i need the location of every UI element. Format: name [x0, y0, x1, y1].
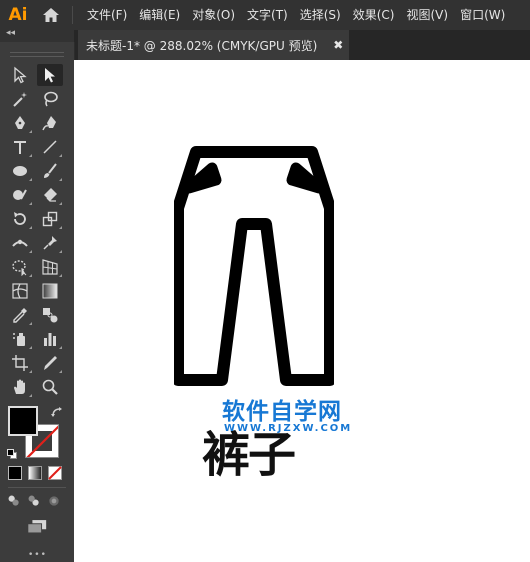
menu-view[interactable]: 视图(V) — [400, 0, 454, 30]
free-transform-tool-icon[interactable] — [7, 256, 33, 278]
swap-fill-stroke-icon[interactable] — [51, 406, 63, 421]
toolbar-header: ◂◂ — [0, 28, 74, 42]
direct-selection-tool-icon[interactable] — [37, 64, 63, 86]
slice-tool-icon[interactable] — [37, 352, 63, 374]
menu-divider — [72, 6, 73, 24]
shaper-tool-icon[interactable] — [7, 184, 33, 206]
menu-effect[interactable]: 效果(C) — [347, 0, 401, 30]
scale-tool-icon[interactable] — [37, 208, 63, 230]
curvature-tool-icon[interactable] — [37, 112, 63, 134]
document-tab[interactable]: 未标题-1* @ 288.02% (CMYK/GPU 预览) ✖ — [78, 30, 350, 60]
eraser-tool-icon[interactable] — [37, 184, 63, 206]
menu-edit[interactable]: 编辑(E) — [133, 0, 186, 30]
tools-panel: ••• — [0, 42, 75, 562]
none-mode-button[interactable] — [48, 466, 62, 480]
column-graph-tool-icon[interactable] — [37, 328, 63, 350]
draw-normal-icon[interactable] — [5, 492, 23, 510]
fill-swatch[interactable] — [8, 406, 38, 436]
color-mode-button[interactable] — [8, 466, 22, 480]
draw-inside-icon[interactable] — [45, 492, 63, 510]
trousers-artwork[interactable] — [174, 146, 334, 390]
menu-bar: Ai 文件(F) 编辑(E) 对象(O) 文字(T) 选择(S) 效果(C) 视… — [0, 0, 530, 30]
pen-tool-icon[interactable] — [7, 112, 33, 134]
app-logo: Ai — [8, 5, 28, 25]
draw-behind-icon[interactable] — [25, 492, 43, 510]
ellipse-tool-icon[interactable] — [7, 160, 33, 182]
document-tab-title: 未标题-1* @ 288.02% (CMYK/GPU 预览) — [86, 38, 318, 53]
puppet-warp-tool-icon[interactable] — [37, 232, 63, 254]
zoom-tool-icon[interactable] — [37, 376, 63, 398]
width-tool-icon[interactable] — [7, 232, 33, 254]
close-tab-icon[interactable]: ✖ — [333, 38, 343, 52]
default-fill-stroke-icon[interactable] — [7, 444, 17, 459]
hand-tool-icon[interactable] — [7, 376, 33, 398]
menu-select[interactable]: 选择(S) — [294, 0, 347, 30]
mesh-tool-icon[interactable] — [7, 280, 33, 302]
collapse-panel-button[interactable]: ◂◂ — [6, 28, 15, 38]
home-icon[interactable] — [36, 0, 66, 30]
lasso-tool-icon[interactable] — [37, 88, 63, 110]
document-tab-bar: 未标题-1* @ 288.02% (CMYK/GPU 预览) ✖ — [74, 30, 530, 60]
line-segment-tool-icon[interactable] — [37, 136, 63, 158]
blend-tool-icon[interactable] — [37, 304, 63, 326]
artboard-canvas[interactable]: 裤子 软件自学网 WWW.RJZXW.COM — [74, 60, 530, 562]
menu-type[interactable]: 文字(T) — [241, 0, 294, 30]
menu-file[interactable]: 文件(F) — [81, 0, 133, 30]
gradient-tool-icon[interactable] — [37, 280, 63, 302]
menu-object[interactable]: 对象(O) — [186, 0, 241, 30]
edit-toolbar-button[interactable]: ••• — [28, 550, 47, 560]
magic-wand-tool-icon[interactable] — [7, 88, 33, 110]
watermark-url: WWW.RJZXW.COM — [224, 423, 353, 434]
paintbrush-tool-icon[interactable] — [37, 160, 63, 182]
panel-grip[interactable] — [10, 52, 64, 57]
eyedropper-tool-icon[interactable] — [7, 304, 33, 326]
screen-mode-icon[interactable] — [23, 516, 51, 536]
gradient-mode-button[interactable] — [28, 466, 42, 480]
watermark-title: 软件自学网 — [222, 399, 342, 425]
selection-tool-icon[interactable] — [7, 64, 33, 86]
artboard-tool-icon[interactable] — [7, 352, 33, 374]
perspective-grid-tool-icon[interactable] — [37, 256, 63, 278]
menu-window[interactable]: 窗口(W) — [454, 0, 511, 30]
toolbar-divider — [8, 487, 66, 488]
symbol-sprayer-tool-icon[interactable] — [7, 328, 33, 350]
rotate-tool-icon[interactable] — [7, 208, 33, 230]
type-tool-icon[interactable] — [7, 136, 33, 158]
